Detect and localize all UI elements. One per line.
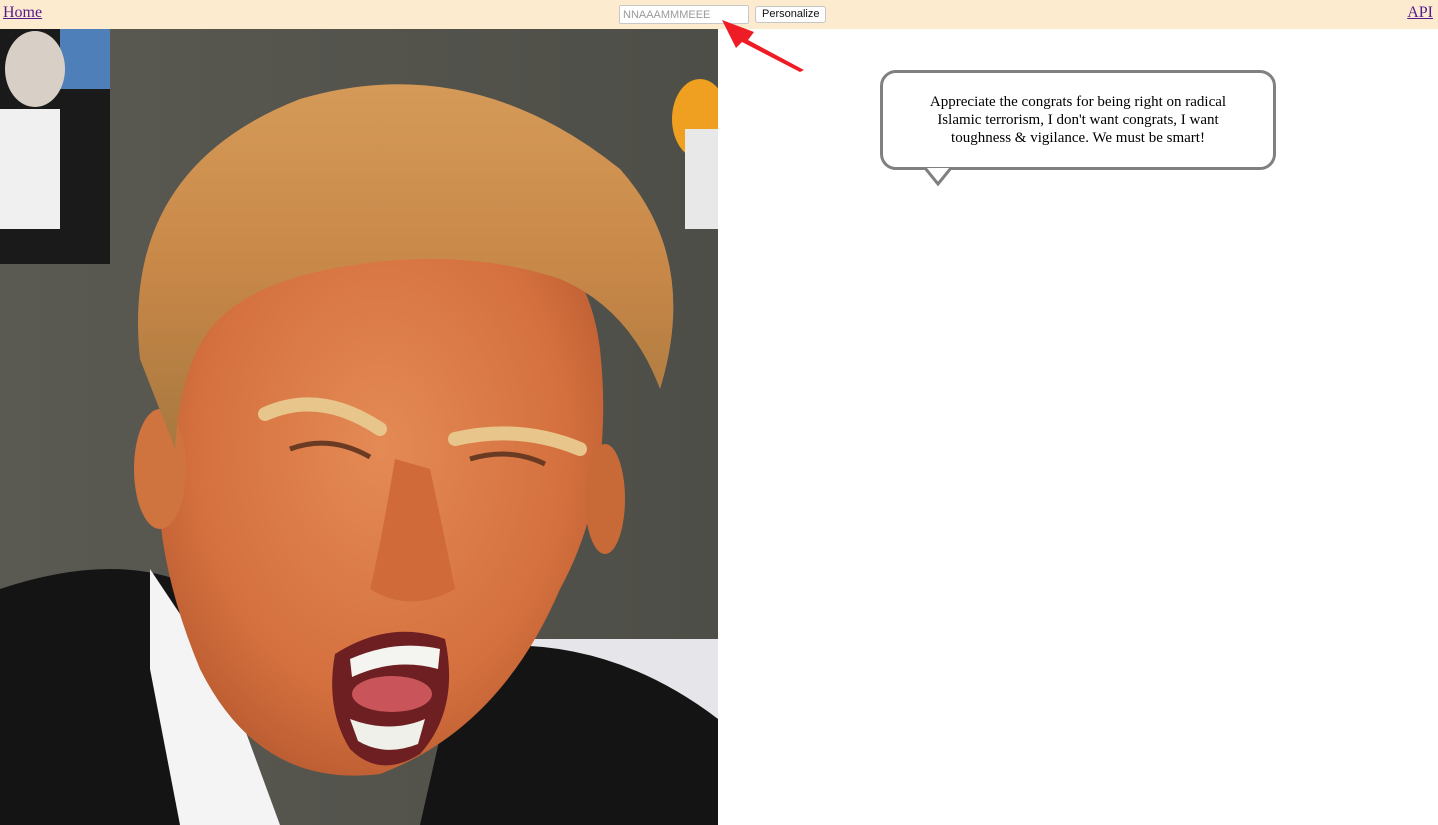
home-link[interactable]: Home bbox=[3, 4, 42, 22]
portrait-photo bbox=[0, 29, 718, 825]
red-arrow-icon bbox=[722, 20, 804, 72]
speech-bubble-tail-icon bbox=[925, 167, 951, 187]
api-link[interactable]: API bbox=[1407, 4, 1433, 22]
quote-text: Appreciate the congrats for being right … bbox=[929, 94, 1227, 146]
speech-bubble: Appreciate the congrats for being right … bbox=[880, 70, 1276, 170]
